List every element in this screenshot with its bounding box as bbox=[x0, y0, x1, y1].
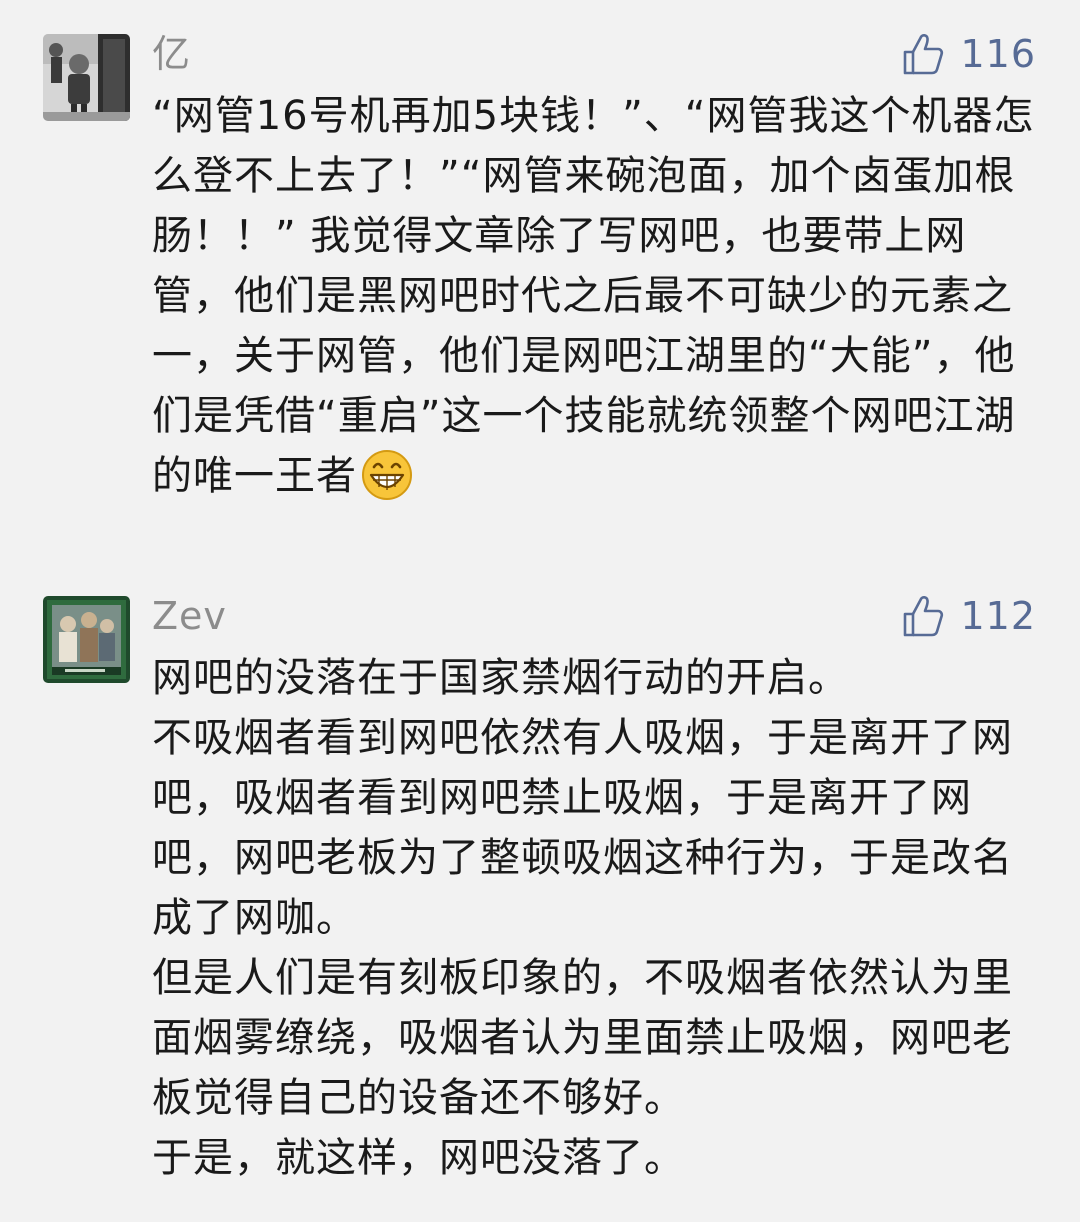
grin-emoji-icon bbox=[362, 450, 412, 500]
like-button[interactable]: 116 bbox=[902, 26, 1036, 82]
like-count: 116 bbox=[960, 32, 1036, 76]
comment-paragraph: 于是，就这样，网吧没落了。 bbox=[152, 1135, 685, 1181]
comment-content: “网管16号机再加5块钱！”、“网管我这个机器怎么登不上去了！”“网管来碗泡面，… bbox=[152, 86, 1037, 506]
comment-paragraph: 不吸烟者看到网吧依然有人吸烟，于是离开了网吧，吸烟者看到网吧禁止吸烟，于是离开了… bbox=[152, 715, 1013, 941]
thumbs-up-icon bbox=[904, 596, 944, 637]
avatar[interactable] bbox=[43, 596, 130, 683]
avatar-photo-child bbox=[43, 34, 130, 121]
like-count: 112 bbox=[960, 594, 1036, 638]
comment-username[interactable]: 亿 bbox=[152, 26, 191, 82]
thumbs-up-icon bbox=[904, 34, 944, 75]
comment-paragraph: 但是人们是有刻板印象的，不吸烟者依然认为里面烟雾缭绕，吸烟者认为里面禁止吸烟，网… bbox=[152, 955, 1013, 1121]
comment-content: 网吧的没落在于国家禁烟行动的开启。 不吸烟者看到网吧依然有人吸烟，于是离开了网吧… bbox=[152, 648, 1037, 1188]
comment-paragraph: 网吧的没落在于国家禁烟行动的开启。 bbox=[152, 655, 849, 701]
comment-text: “网管16号机再加5块钱！”、“网管我这个机器怎么登不上去了！”“网管来碗泡面，… bbox=[152, 93, 1035, 499]
avatar[interactable] bbox=[43, 34, 130, 121]
comment-paragraph: “网管16号机再加5块钱！”、“网管我这个机器怎么登不上去了！”“网管来碗泡面，… bbox=[152, 86, 1037, 506]
avatar-photo-card bbox=[43, 596, 130, 683]
comment-username[interactable]: Zev bbox=[152, 588, 227, 644]
like-button[interactable]: 112 bbox=[902, 588, 1036, 644]
